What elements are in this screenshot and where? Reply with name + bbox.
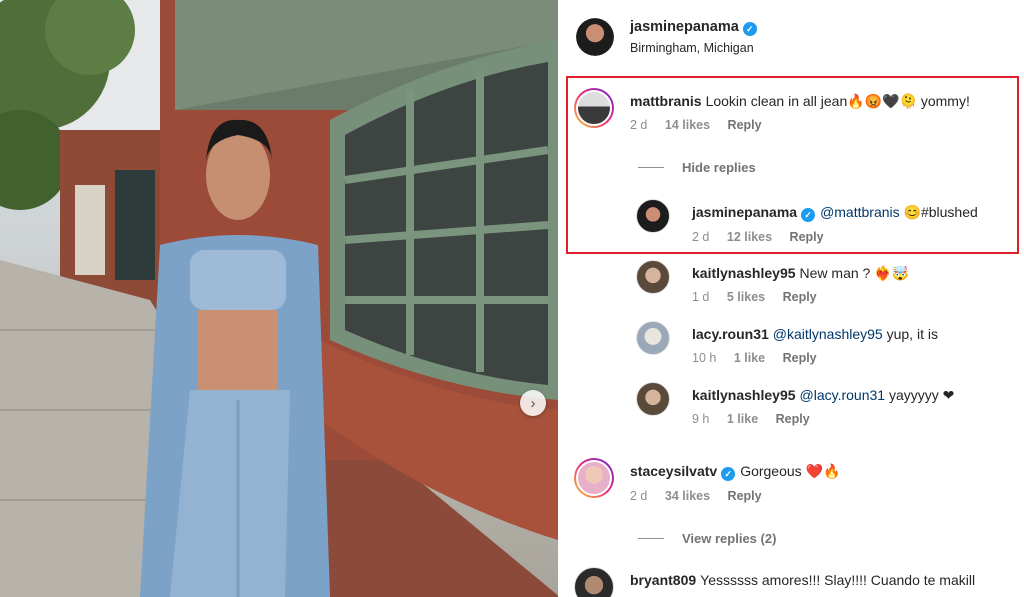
reply-likes[interactable]: 5 likes: [727, 290, 765, 304]
commenter-avatar[interactable]: [574, 458, 614, 498]
reply-username[interactable]: lacy.roun31: [692, 326, 769, 342]
chevron-right-icon: ›: [530, 394, 536, 412]
reply-text: yup, it is: [882, 326, 938, 342]
reply-time: 10 h: [692, 351, 717, 365]
comment-username[interactable]: mattbranis: [630, 93, 702, 109]
reply-item: kaitlynashley95 New man ? ❤️‍🔥🤯 1 d 5 lik…: [636, 260, 909, 304]
reply-button[interactable]: Reply: [783, 290, 817, 304]
comment-text: Lookin clean in all jean🔥😡🖤🫠 yommy!: [705, 93, 970, 109]
divider-line: [638, 538, 664, 539]
reply-time: 9 h: [692, 412, 710, 426]
comment-time: 2 d: [630, 118, 648, 132]
reply-avatar[interactable]: [636, 260, 670, 294]
hide-replies-button[interactable]: Hide replies: [638, 160, 756, 175]
comments-panel: jasminepanama ✓ Birmingham, Michigan matt…: [558, 0, 1024, 597]
comment-likes[interactable]: 14 likes: [665, 118, 710, 132]
comment-item: bryant809 Yessssss amores!!! Slay!!!! Cua…: [574, 567, 975, 597]
mention-link[interactable]: @mattbranis: [820, 204, 900, 220]
reply-button[interactable]: Reply: [728, 118, 762, 132]
comment-time: 2 d: [630, 489, 648, 503]
comment-text: Yessssss amores!!! Slay!!!! Cuando te ma…: [700, 572, 976, 588]
comment-text: Gorgeous ❤️🔥: [740, 463, 841, 479]
view-replies-button[interactable]: View replies (2): [638, 531, 776, 546]
view-replies-label: View replies (2): [682, 531, 777, 546]
reply-avatar[interactable]: [636, 199, 670, 233]
reply-text: 😊#blushed: [899, 204, 978, 220]
reply-avatar[interactable]: [636, 382, 670, 416]
reply-avatar[interactable]: [636, 321, 670, 355]
reply-text: New man ? ❤️‍🔥🤯: [799, 265, 910, 281]
post-header: jasminepanama ✓ Birmingham, Michigan: [576, 18, 757, 56]
reply-text: yayyyyy ❤: [885, 387, 955, 403]
reply-button[interactable]: Reply: [728, 489, 762, 503]
verified-badge-icon: ✓: [742, 22, 757, 36]
reply-button[interactable]: Reply: [783, 351, 817, 365]
comment-item: staceysilvatv ✓ Gorgeous ❤️🔥 2 d 34 likes …: [574, 458, 840, 503]
post-photo: ›: [0, 0, 558, 597]
comment-username[interactable]: staceysilvatv: [630, 463, 717, 479]
reply-button[interactable]: Reply: [790, 230, 824, 244]
reply-item: lacy.roun31 @kaitlynashley95 yup, it is 1…: [636, 321, 938, 365]
verified-badge-icon: ✓: [801, 208, 816, 222]
author-username[interactable]: jasminepanama: [630, 19, 739, 35]
comment-likes[interactable]: 34 likes: [665, 489, 710, 503]
post-location[interactable]: Birmingham, Michigan: [630, 41, 757, 55]
comment-username[interactable]: bryant809: [630, 572, 696, 588]
street-scene-illustration: [0, 0, 558, 597]
mention-link[interactable]: @lacy.roun31: [800, 387, 886, 403]
reply-item: kaitlynashley95 @lacy.roun31 yayyyyy ❤ 9 …: [636, 382, 954, 426]
reply-button[interactable]: Reply: [776, 412, 810, 426]
reply-username[interactable]: jasminepanama: [692, 204, 797, 220]
mention-link[interactable]: @kaitlynashley95: [773, 326, 883, 342]
carousel-next-button[interactable]: ›: [520, 390, 546, 416]
comment-item: mattbranis Lookin clean in all jean🔥😡🖤🫠 y…: [574, 88, 970, 132]
reply-item: jasminepanama ✓ @mattbranis 😊#blushed 2 d …: [636, 199, 978, 244]
reply-time: 1 d: [692, 290, 710, 304]
commenter-avatar[interactable]: [574, 567, 614, 597]
divider-line: [638, 167, 664, 168]
reply-username[interactable]: kaitlynashley95: [692, 265, 796, 281]
verified-badge-icon: ✓: [721, 467, 736, 481]
commenter-avatar[interactable]: [574, 88, 614, 128]
reply-time: 2 d: [692, 230, 710, 244]
reply-likes[interactable]: 1 like: [727, 412, 758, 426]
reply-username[interactable]: kaitlynashley95: [692, 387, 796, 403]
hide-replies-label: Hide replies: [682, 160, 756, 175]
reply-likes[interactable]: 1 like: [734, 351, 765, 365]
author-avatar[interactable]: [576, 18, 614, 56]
reply-likes[interactable]: 12 likes: [727, 230, 772, 244]
